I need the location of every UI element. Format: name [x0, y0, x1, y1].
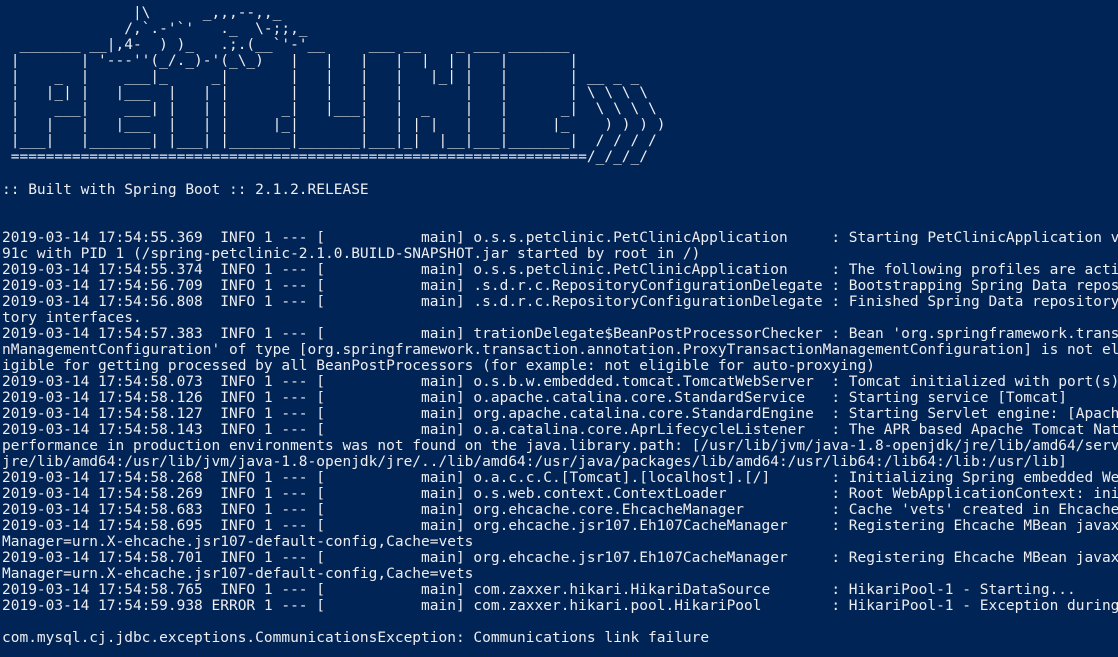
log-line: 2019-03-14 17:54:58.073 INFO 1 --- [ mai… — [2, 374, 1118, 390]
log-line: 2019-03-14 17:54:57.383 INFO 1 --- [ mai… — [2, 326, 1118, 342]
log-line: igible for getting processed by all Bean… — [2, 358, 875, 374]
banner-line: _______ __|,4- ) )_ .;.(__`'-'__ ___ __ … — [2, 37, 570, 53]
log-line: nManagementConfiguration' of type [org.s… — [2, 342, 1118, 358]
log-line: 2019-03-14 17:54:58.683 INFO 1 --- [ mai… — [2, 502, 1118, 518]
log-line: 2019-03-14 17:54:58.269 INFO 1 --- [ mai… — [2, 486, 1118, 502]
banner-line: | |_| | |___ | | | | | | | | | | \ \ \ \ — [2, 85, 649, 101]
exception-line: com.mysql.cj.jdbc.exceptions.Communicati… — [2, 630, 710, 646]
log-line: 2019-03-14 17:54:58.695 INFO 1 --- [ mai… — [2, 518, 1118, 534]
log-line: 2019-03-14 17:54:55.369 INFO 1 --- [ mai… — [2, 230, 1118, 246]
log-line: 2019-03-14 17:54:56.709 INFO 1 --- [ mai… — [2, 278, 1118, 294]
log-line: 2019-03-14 17:54:58.701 INFO 1 --- [ mai… — [2, 550, 1118, 566]
log-line: 2019-03-14 17:54:56.808 INFO 1 --- [ mai… — [2, 294, 1118, 310]
banner-line: | | '---''(_/._)-'(_\_) | | | | | | | | … — [2, 53, 579, 69]
log-line: performance in production environments w… — [2, 438, 1118, 454]
log-line: 2019-03-14 17:54:58.143 INFO 1 --- [ mai… — [2, 422, 1118, 438]
log-line: 91c with PID 1 (/spring-petclinic-2.1.0.… — [2, 246, 701, 262]
banner-line: | | | |___ | | | |_| | | | | | | |_ ) ) … — [2, 117, 666, 133]
log-line: jre/lib/amd64:/usr/lib/jvm/java-1.8-open… — [2, 454, 1068, 470]
banner-line: |\ _,,,--,,_ — [2, 5, 282, 21]
log-line: 2019-03-14 17:54:58.126 INFO 1 --- [ mai… — [2, 390, 1068, 406]
terminal-window[interactable]: |\ _,,,--,,_ /,`.-'`' ._ \-;;,_ _______ … — [0, 0, 1118, 657]
banner-line: | _ | ___|_ _| | | | | |_| | | | __ _ _ — [2, 69, 640, 85]
spring-boot-version-line: :: Built with Spring Boot :: 2.1.2.RELEA… — [2, 182, 369, 198]
banner-line: ========================================… — [2, 149, 649, 165]
log-line: 2019-03-14 17:54:55.374 INFO 1 --- [ mai… — [2, 262, 1118, 278]
banner-line: | ___| ___| | | | _| |___| | _ | | _| \ … — [2, 101, 657, 117]
banner-line: |___| |_______| |___| |_______|_______|_… — [2, 133, 657, 149]
log-line: Manager=urn.X-ehcache.jsr107-default-con… — [2, 534, 474, 550]
log-line: tory interfaces. — [2, 310, 142, 326]
log-line: 2019-03-14 17:54:58.268 INFO 1 --- [ mai… — [2, 470, 1118, 486]
log-line-error: 2019-03-14 17:54:59.938 ERROR 1 --- [ ma… — [2, 598, 1118, 614]
log-line: 2019-03-14 17:54:58.765 INFO 1 --- [ mai… — [2, 582, 1076, 598]
log-line: Manager=urn.X-ehcache.jsr107-default-con… — [2, 566, 474, 582]
log-line: 2019-03-14 17:54:58.127 INFO 1 --- [ mai… — [2, 406, 1118, 422]
banner-line: /,`.-'`' ._ \-;;,_ — [2, 21, 308, 37]
